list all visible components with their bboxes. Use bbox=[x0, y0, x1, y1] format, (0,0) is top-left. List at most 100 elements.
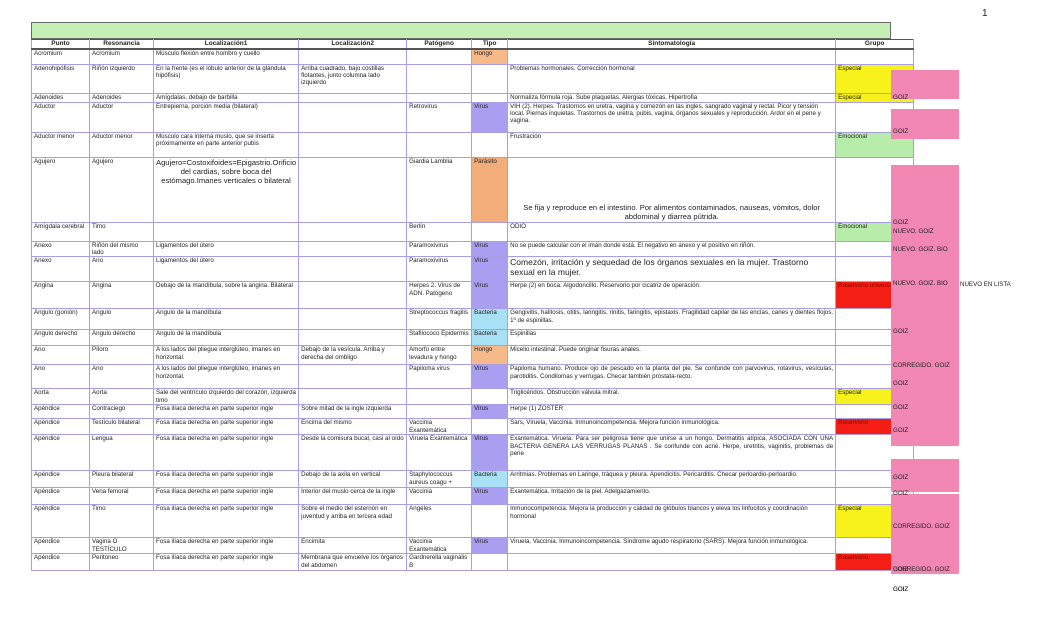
cell-sintomatologia[interactable]: Normaliza fórmula roja. Sube plaquetas. … bbox=[507, 92, 837, 103]
cell-punto[interactable]: Apéndice bbox=[31, 504, 90, 539]
cell-punto[interactable]: Apéndice bbox=[31, 553, 90, 572]
cell-punto[interactable]: Agujero bbox=[31, 156, 90, 223]
cell-localizacion1[interactable]: Fosa ilíaca derecha en parte superior in… bbox=[152, 504, 300, 539]
cell-resonancia[interactable]: Testículo bilateral bbox=[89, 418, 154, 436]
cell-sintomatologia[interactable]: Inmunocompetencia. Mejora la producción … bbox=[507, 504, 837, 539]
cell-punto[interactable]: Ángulo (gonión) bbox=[31, 308, 90, 331]
cell-sintomatologia[interactable]: Micelio intestinal. Puede originar fisur… bbox=[507, 345, 837, 366]
cell-resonancia[interactable]: Riñón del mismo lado bbox=[89, 240, 154, 258]
cell-patogeno[interactable] bbox=[406, 92, 473, 103]
cell-patogeno[interactable] bbox=[406, 131, 473, 158]
cell-punto[interactable]: Apéndice bbox=[31, 537, 90, 555]
cell-patogeno[interactable]: Vaccinia bbox=[406, 487, 473, 506]
cell-sintomatologia[interactable]: Problemas hormonales. Corrección hormona… bbox=[507, 63, 837, 94]
cell-localizacion1[interactable]: A los lados del pliegue interglúteo, ima… bbox=[152, 364, 300, 390]
col-header-punto[interactable]: Punto bbox=[31, 39, 90, 50]
cell-tipo[interactable]: Hongo bbox=[471, 48, 509, 65]
cell-localizacion1[interactable]: Entrepierna, porción media (bilateral) bbox=[152, 101, 300, 133]
cell-tipo[interactable] bbox=[471, 92, 509, 103]
cell-sintomatologia[interactable]: Arritmias. Problemas en Laringe, tráquea… bbox=[507, 470, 837, 489]
cell-resonancia[interactable]: Timo bbox=[89, 221, 154, 242]
cell-localizacion2[interactable] bbox=[298, 281, 408, 310]
cell-localizacion2[interactable] bbox=[298, 156, 408, 223]
cell-localizacion2[interactable] bbox=[298, 308, 408, 331]
cell-tipo[interactable]: Virus bbox=[471, 281, 509, 310]
cell-resonancia[interactable]: Ángulo bbox=[89, 308, 154, 331]
cell-resonancia[interactable]: Ano bbox=[89, 364, 154, 390]
cell-tipo[interactable]: Virus bbox=[471, 487, 509, 506]
cell-patogeno[interactable]: Amorfo entre levadura y hongo bbox=[406, 345, 473, 366]
cell-sintomatologia[interactable]: VIH (2). Herpes. Trastornos en uretra, v… bbox=[507, 101, 837, 133]
cell-sintomatologia[interactable]: Frustración bbox=[507, 131, 837, 158]
cell-localizacion2[interactable] bbox=[298, 48, 408, 65]
cell-resonancia[interactable]: Aductor menor bbox=[89, 131, 154, 158]
cell-localizacion2[interactable] bbox=[298, 256, 408, 283]
cell-punto[interactable]: Aorta bbox=[31, 388, 90, 406]
cell-patogeno[interactable] bbox=[406, 48, 473, 65]
cell-localizacion2[interactable] bbox=[298, 329, 408, 347]
cell-patogeno[interactable]: Gardnerella vaginalis B bbox=[406, 553, 473, 572]
cell-patogeno[interactable] bbox=[406, 404, 473, 420]
cell-resonancia[interactable]: Vagina O TESTÍCULO bbox=[89, 537, 154, 555]
cell-punto[interactable]: Adenohipófisis bbox=[31, 63, 90, 94]
cell-resonancia[interactable]: Aductor bbox=[89, 101, 154, 133]
cell-resonancia[interactable]: Píloro bbox=[89, 345, 154, 366]
cell-tipo[interactable]: Virus bbox=[471, 537, 509, 555]
cell-punto[interactable]: Ano bbox=[31, 364, 90, 390]
cell-tipo[interactable] bbox=[471, 131, 509, 158]
cell-localizacion1[interactable]: Fosa ilíaca derecha en parte superior in… bbox=[152, 537, 300, 555]
cell-punto[interactable]: Apéndice bbox=[31, 418, 90, 436]
cell-punto[interactable]: Apéndice bbox=[31, 434, 90, 472]
cell-tipo[interactable]: Bacteria bbox=[471, 470, 509, 489]
cell-punto[interactable]: Acromium bbox=[31, 48, 90, 65]
cell-resonancia[interactable]: Contraciego bbox=[89, 404, 154, 420]
cell-localizacion2[interactable]: Desde la comisura bucal, casi al oído bbox=[298, 434, 408, 472]
cell-resonancia[interactable]: Ano bbox=[89, 256, 154, 283]
cell-resonancia[interactable]: Peritoneo bbox=[89, 553, 154, 572]
col-header-resonancia[interactable]: Resonancia bbox=[89, 39, 154, 50]
cell-localizacion1[interactable]: Fosa ilíaca derecha en parte superior in… bbox=[152, 404, 300, 420]
cell-patogeno[interactable]: Angeles bbox=[406, 504, 473, 539]
cell-sintomatologia[interactable]: Se fija y reproduce en el intestino. Por… bbox=[507, 156, 837, 223]
cell-localizacion2[interactable] bbox=[298, 131, 408, 158]
cell-sintomatologia[interactable]: No se puede calcular con el imán donde e… bbox=[507, 240, 837, 258]
cell-punto[interactable]: Apéndice bbox=[31, 404, 90, 420]
cell-punto[interactable]: Amígdala cerebral bbox=[31, 221, 90, 242]
cell-tipo[interactable]: Virus bbox=[471, 404, 509, 420]
cell-sintomatologia[interactable]: Herpe (2) en boca. Algodoncillo. Reservo… bbox=[507, 281, 837, 310]
cell-tipo[interactable]: Parásito bbox=[471, 156, 509, 223]
cell-punto[interactable]: Adenoides bbox=[31, 92, 90, 103]
cell-tipo[interactable] bbox=[471, 553, 509, 572]
cell-resonancia[interactable]: Acromium bbox=[89, 48, 154, 65]
cell-tipo[interactable]: Bacteria bbox=[471, 329, 509, 347]
col-header-localizacion1[interactable]: Localización1 bbox=[152, 39, 300, 50]
cell-patogeno[interactable]: Giardia Lamblia bbox=[406, 156, 473, 223]
cell-localizacion2[interactable]: Membrana que envuelve los órganos del ab… bbox=[298, 553, 408, 572]
cell-sintomatologia[interactable]: Exantemática. Viruela. Para ser peligros… bbox=[507, 434, 837, 472]
cell-localizacion1[interactable]: Amígdalas, debajo de barbilla bbox=[152, 92, 300, 103]
cell-sintomatologia[interactable]: ODIO bbox=[507, 221, 837, 242]
cell-tipo[interactable] bbox=[471, 418, 509, 436]
cell-resonancia[interactable]: Riñón izquierdo bbox=[89, 63, 154, 94]
cell-resonancia[interactable]: Vena femoral bbox=[89, 487, 154, 506]
cell-punto[interactable]: Anexo bbox=[31, 240, 90, 258]
cell-localizacion1[interactable]: Debajo de la mandíbula, sobre la angina.… bbox=[152, 281, 300, 310]
cell-resonancia[interactable]: Pleura bilateral bbox=[89, 470, 154, 489]
cell-sintomatologia[interactable]: Comezón, irritación y sequedad de los ór… bbox=[507, 256, 837, 283]
cell-punto[interactable]: Aductor menor bbox=[31, 131, 90, 158]
cell-localizacion2[interactable]: Sobre mitad de la ingle izquierda bbox=[298, 404, 408, 420]
cell-localizacion2[interactable] bbox=[298, 92, 408, 103]
cell-patogeno[interactable] bbox=[406, 388, 473, 406]
cell-localizacion1[interactable]: Angulo de la mandíbula bbox=[152, 329, 300, 347]
cell-sintomatologia[interactable]: Sars, Viruela, Vaccinia. Inmunoincompete… bbox=[507, 418, 837, 436]
cell-localizacion2[interactable]: Arriba cuadrado, bajo costillas flotante… bbox=[298, 63, 408, 94]
cell-punto[interactable]: Angina bbox=[31, 281, 90, 310]
cell-localizacion1[interactable]: Fosa ilíaca derecha en parte superior in… bbox=[152, 553, 300, 572]
cell-tipo[interactable]: Virus bbox=[471, 256, 509, 283]
cell-tipo[interactable] bbox=[471, 221, 509, 242]
cell-localizacion1[interactable]: Angulo de la mandíbula bbox=[152, 308, 300, 331]
cell-localizacion1[interactable]: En la frente (es el lóbulo anterior de l… bbox=[152, 63, 300, 94]
cell-localizacion1[interactable]: A los lados del pliegue interglúteo, ima… bbox=[152, 345, 300, 366]
cell-localizacion1[interactable]: Fosa ilíaca derecha en parte superior in… bbox=[152, 487, 300, 506]
cell-punto[interactable]: Apéndice bbox=[31, 487, 90, 506]
